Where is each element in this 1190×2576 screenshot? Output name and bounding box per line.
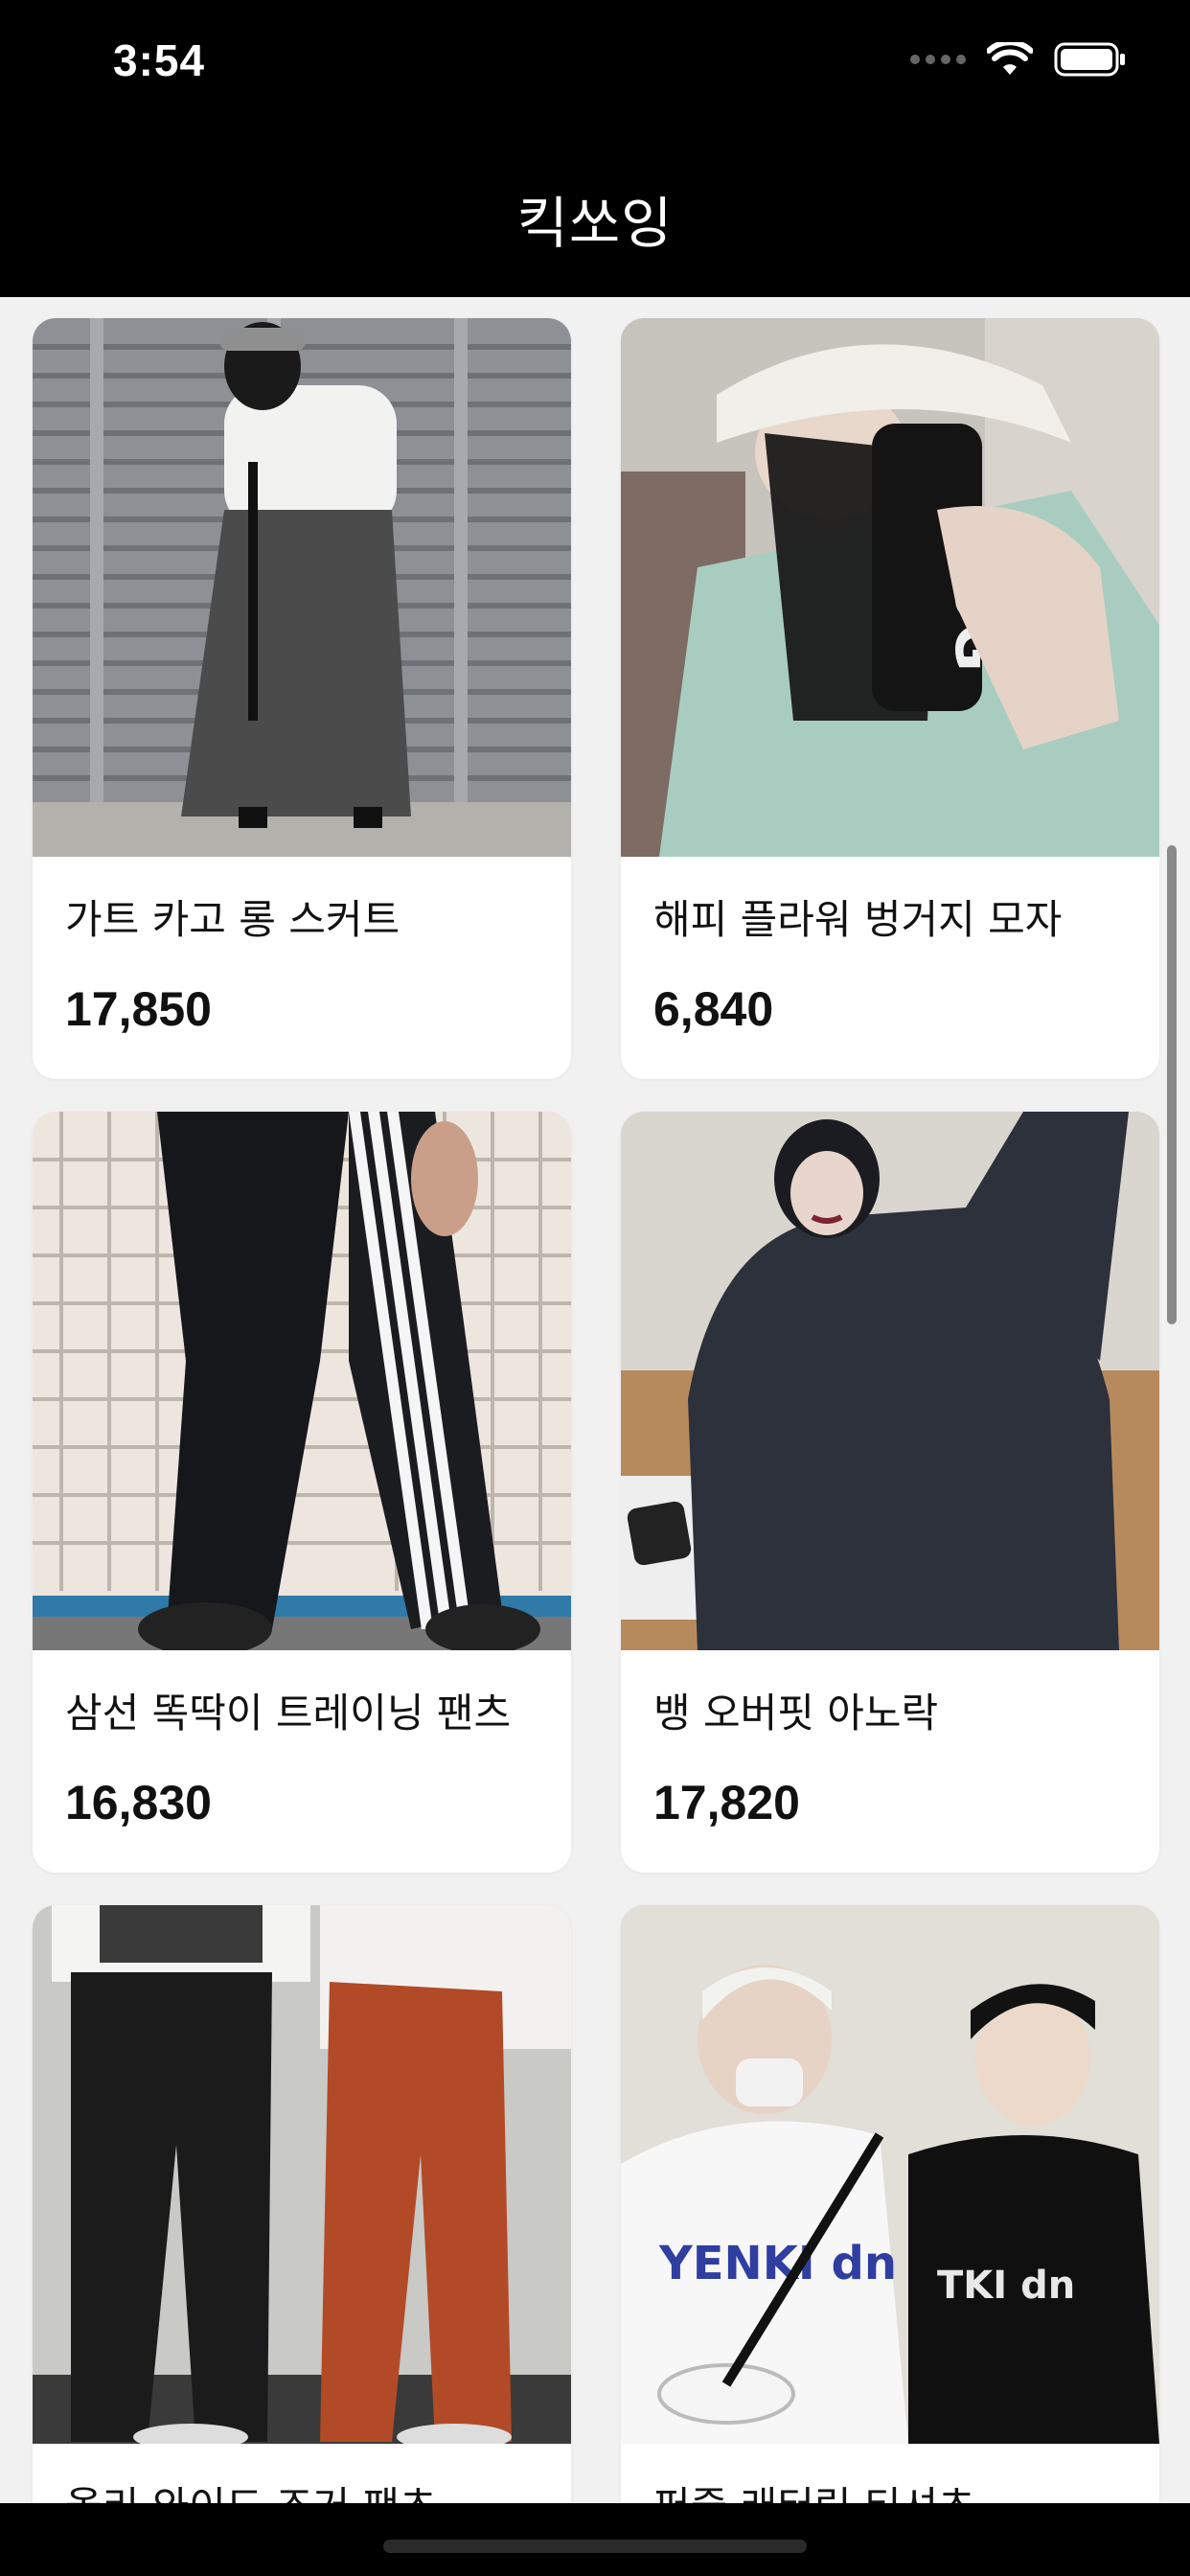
battery-icon xyxy=(1054,42,1125,77)
product-card[interactable]: CUG 해피 플라워 벙거지 모자 6,840 xyxy=(621,318,1159,1079)
product-image xyxy=(33,1112,571,1650)
page-title: 킥쏘잉 xyxy=(516,191,674,256)
product-image xyxy=(33,318,571,857)
product-price: 17,820 xyxy=(653,1776,800,1829)
product-price: 16,830 xyxy=(65,1776,212,1829)
product-image xyxy=(33,1905,571,2444)
product-name: 해피 플라워 벙거지 모자 xyxy=(653,896,1063,943)
product-name: 뱅 오버핏 아노락 xyxy=(653,1690,939,1736)
product-name: 가트 카고 롱 스커트 xyxy=(65,896,400,943)
app-screen: 3:54 킥쏘잉 가트 카고 롱 스커트 17,850 해피 플라워 벙거지 모… xyxy=(0,0,1190,2576)
product-card[interactable]: 삼선 똑딱이 트레이닝 팬츠 16,830 xyxy=(33,1112,571,1873)
home-indicator[interactable] xyxy=(383,2540,807,2553)
product-image: CUG xyxy=(621,318,1159,857)
product-name: 삼선 똑딱이 트레이닝 팬츠 xyxy=(65,1690,512,1736)
product-card[interactable]: 가트 카고 롱 스커트 17,850 xyxy=(33,318,571,1079)
product-card[interactable]: 뱅 오버핏 아노락 17,820 xyxy=(621,1112,1159,1873)
svg-text:TKI dn: TKI dn xyxy=(937,2264,1075,2308)
vertical-scrollbar[interactable] xyxy=(1167,845,1177,1324)
product-card[interactable]: 올리 와이드 조거 팬츠 xyxy=(33,1905,571,2576)
product-card[interactable]: YENKI dn TKI dn 퍼즐 래터링 티셔츠 xyxy=(621,1905,1159,2576)
product-price: 17,850 xyxy=(65,982,212,1036)
product-image: YENKI dn TKI dn xyxy=(621,1905,1159,2444)
cellular-signal-icon xyxy=(910,55,966,64)
top-bar: 3:54 킥쏘잉 xyxy=(0,0,1190,297)
product-price: 6,840 xyxy=(653,982,774,1036)
status-time: 3:54 xyxy=(113,35,206,85)
product-grid: 가트 카고 롱 스커트 17,850 CUG 해피 플라워 벙 xyxy=(33,318,1159,2576)
product-image xyxy=(621,1112,1159,1650)
status-icons xyxy=(910,42,1127,77)
wifi-icon xyxy=(987,42,1033,75)
svg-text:YENKI dn: YENKI dn xyxy=(658,2237,897,2290)
